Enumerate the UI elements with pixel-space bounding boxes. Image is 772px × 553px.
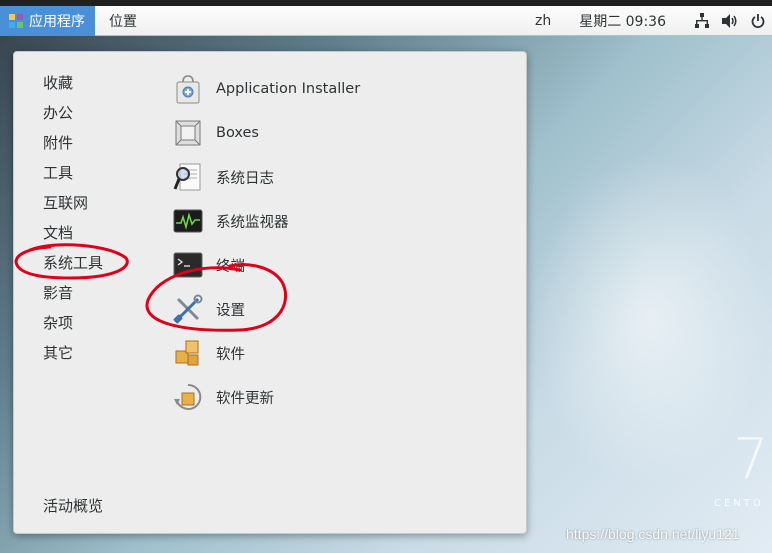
boxes-icon xyxy=(175,120,201,146)
app-boxes[interactable]: Boxes xyxy=(172,115,372,151)
app-label: 设置 xyxy=(216,302,245,319)
app-label: 系统日志 xyxy=(216,170,274,187)
category-favorites[interactable]: 收藏 xyxy=(43,72,73,93)
activities-overview-link[interactable]: 活动概览 xyxy=(43,495,103,516)
app-label: Boxes xyxy=(216,125,259,141)
terminal-icon xyxy=(173,252,203,278)
clock[interactable]: 星期二 09:36 xyxy=(561,11,688,31)
app-software[interactable]: 软件 xyxy=(172,335,372,371)
watermark: https://blog.csdn.net/liyu121 xyxy=(566,526,740,542)
app-label: 软件 xyxy=(216,346,245,363)
app-system-monitor[interactable]: 系统监视器 xyxy=(172,203,372,239)
app-terminal[interactable]: 终端 xyxy=(172,247,372,283)
applications-menu-label: 应用程序 xyxy=(29,13,85,30)
places-menu-button[interactable]: 位置 xyxy=(95,6,151,36)
power-menu-icon[interactable] xyxy=(744,13,772,29)
gnome-foot-icon xyxy=(9,13,23,28)
category-accessories[interactable]: 附件 xyxy=(43,132,73,153)
system-monitor-icon xyxy=(173,209,203,233)
category-system-tools[interactable]: 系统工具 xyxy=(43,252,103,273)
category-utilities[interactable]: 工具 xyxy=(43,162,73,183)
app-system-log[interactable]: 系统日志 xyxy=(172,159,372,195)
category-sundry[interactable]: 杂项 xyxy=(43,312,73,333)
category-internet[interactable]: 互联网 xyxy=(43,192,88,213)
input-language-indicator[interactable]: zh xyxy=(525,13,561,29)
category-office[interactable]: 办公 xyxy=(43,102,73,123)
centos-logo-number: 7 xyxy=(733,427,769,492)
category-documents[interactable]: 文档 xyxy=(43,222,73,243)
top-bar: 应用程序 位置 zh 星期二 09:36 xyxy=(0,0,772,36)
system-log-icon xyxy=(173,163,201,191)
software-update-icon xyxy=(174,383,202,410)
places-menu-label: 位置 xyxy=(109,13,137,30)
applications-menu-button[interactable]: 应用程序 xyxy=(0,5,95,36)
application-installer-icon xyxy=(176,75,200,104)
applications-menu-panel: 收藏 办公 附件 工具 互联网 文档 系统工具 影音 杂项 其它 Applica… xyxy=(13,51,527,534)
app-label: 终端 xyxy=(216,258,245,275)
category-sound-video[interactable]: 影音 xyxy=(43,282,73,303)
app-label: 软件更新 xyxy=(216,390,274,407)
volume-icon[interactable] xyxy=(716,13,744,28)
app-label: Application Installer xyxy=(216,81,361,97)
settings-icon xyxy=(173,294,203,324)
app-settings[interactable]: 设置 xyxy=(172,291,372,327)
category-other[interactable]: 其它 xyxy=(43,342,73,363)
app-label: 系统监视器 xyxy=(216,214,289,231)
app-application-installer[interactable]: Application Installer xyxy=(172,71,372,107)
centos-logo-text: CENTO xyxy=(714,498,764,509)
network-icon[interactable] xyxy=(688,12,716,29)
software-icon xyxy=(175,340,199,366)
app-software-update[interactable]: 软件更新 xyxy=(172,379,372,415)
